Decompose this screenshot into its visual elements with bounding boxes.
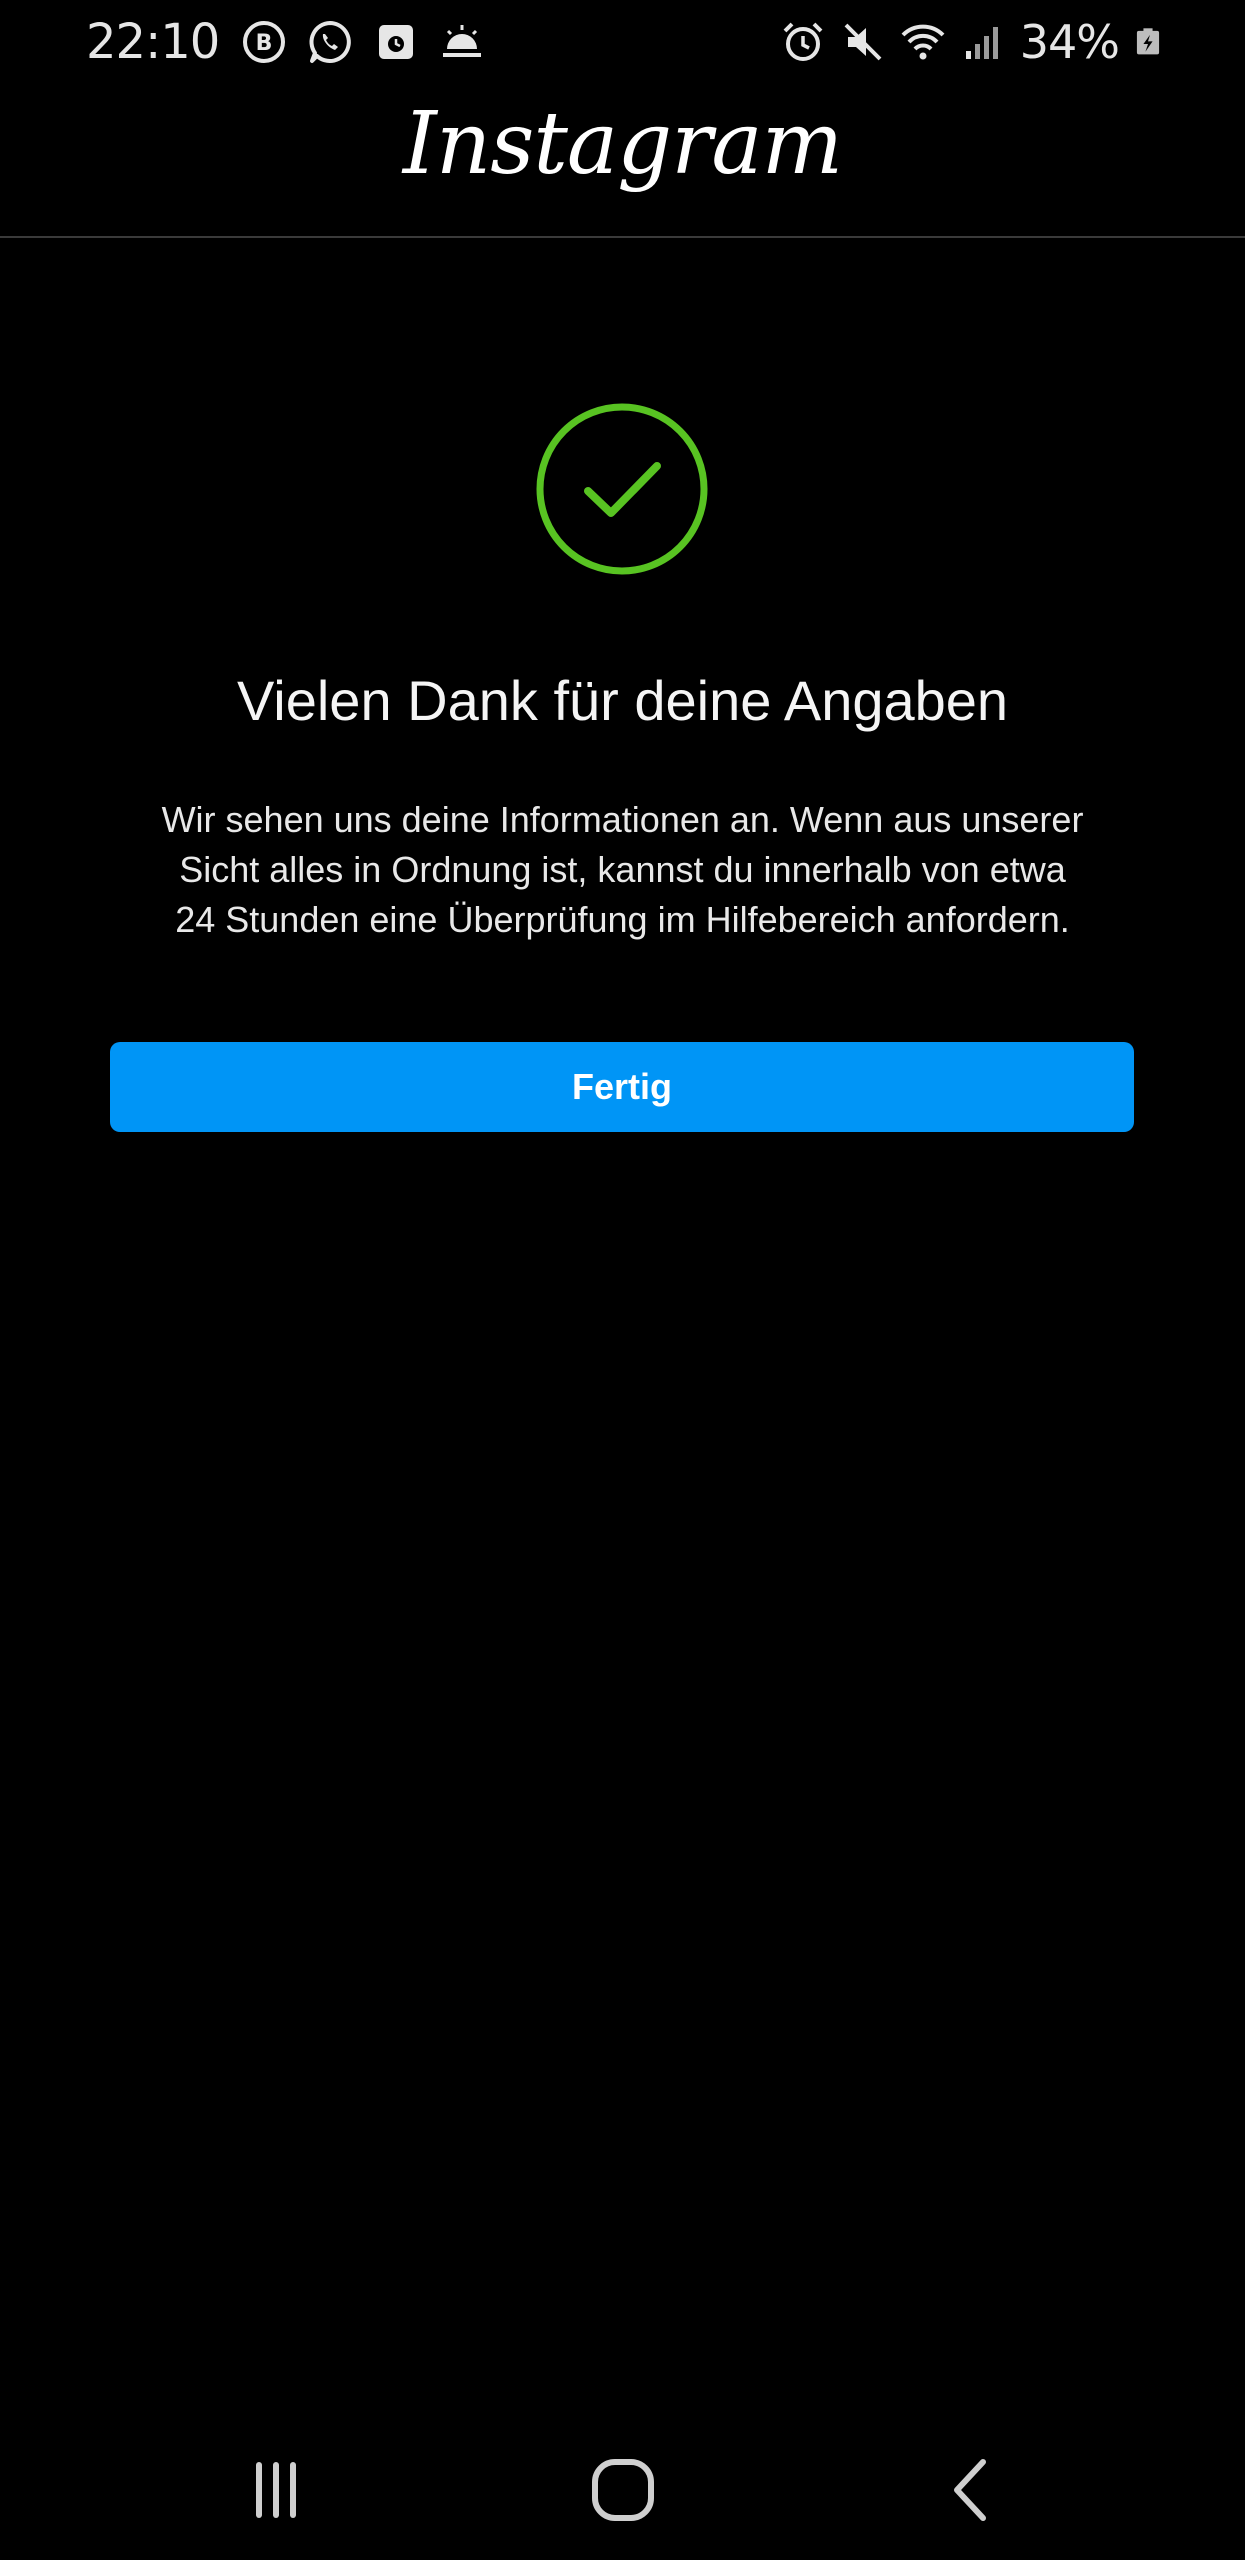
status-bar: 22:10 B 34% <box>0 0 1245 84</box>
instagram-logo: Instagram <box>402 94 843 194</box>
back-icon <box>954 2459 986 2521</box>
done-button[interactable]: Fertig <box>110 1042 1134 1132</box>
alarm-icon <box>783 22 823 61</box>
status-left: 22:10 B <box>86 10 505 74</box>
battery-percentage: 34% <box>1019 15 1120 69</box>
home-icon <box>592 2459 654 2521</box>
message-line-3: 24 Stunden eine Überprüfung im Hilfebere… <box>175 899 1070 940</box>
status-notification-icons: B <box>241 19 505 65</box>
confirmation-message: Wir sehen uns deine Informationen an. We… <box>120 795 1125 945</box>
recent-apps-button[interactable] <box>226 2440 326 2540</box>
whatsapp-icon <box>309 21 352 63</box>
b-badge-icon: B <box>243 21 286 63</box>
signal-icon <box>965 27 998 59</box>
home-button[interactable] <box>573 2440 673 2540</box>
recent-apps-icon <box>256 2462 296 2518</box>
status-right: 34% <box>766 10 1163 74</box>
battery-charging-icon <box>1136 28 1160 55</box>
wifi-icon <box>901 24 945 60</box>
weather-sunrise-icon <box>443 25 482 57</box>
message-line-1: Wir sehen uns deine Informationen an. We… <box>161 799 1084 840</box>
back-button[interactable] <box>920 2440 1020 2540</box>
app-header: Instagram <box>0 84 1245 238</box>
svg-text:B: B <box>256 31 273 56</box>
calendar-icon <box>379 25 414 59</box>
check-circle-icon <box>536 403 708 575</box>
navigation-bar <box>0 2420 1245 2560</box>
message-line-2: Sicht alles in Ordnung ist, kannst du in… <box>179 849 1066 890</box>
status-time: 22:10 <box>86 14 220 70</box>
mute-icon <box>844 23 882 61</box>
page-title: Vielen Dank für deine Angaben <box>236 669 1009 732</box>
